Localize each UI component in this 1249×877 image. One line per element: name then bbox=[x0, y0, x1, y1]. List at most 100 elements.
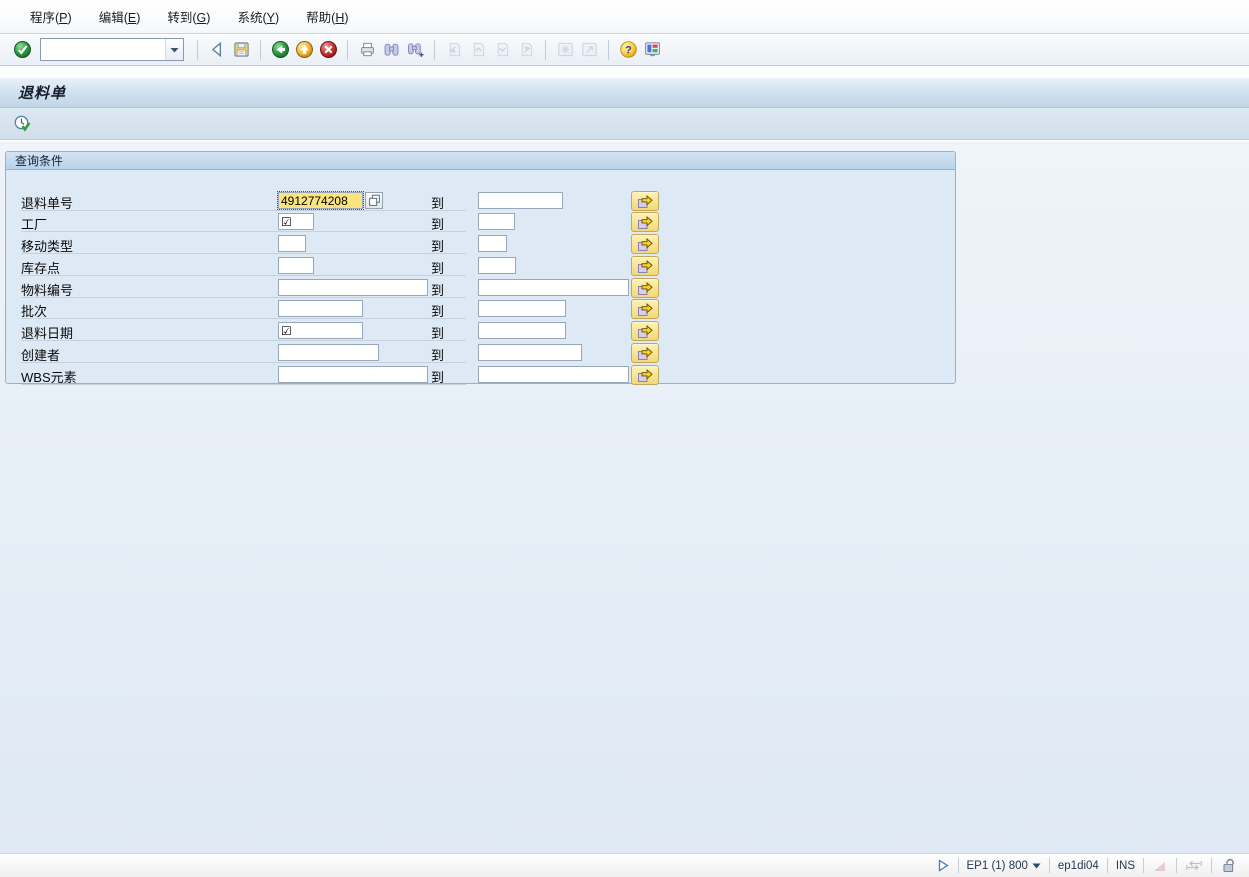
insert-mode-text: INS bbox=[1116, 860, 1135, 872]
range-to-input[interactable] bbox=[478, 300, 566, 317]
field-label: 工厂 bbox=[21, 214, 47, 233]
security-lock-icon[interactable] bbox=[1220, 857, 1237, 874]
toolbar-separator bbox=[197, 40, 198, 60]
row-guide-line bbox=[21, 318, 466, 319]
status-services-icon[interactable] bbox=[936, 858, 950, 873]
row-guide-line bbox=[21, 384, 466, 385]
range-from-input[interactable] bbox=[278, 235, 306, 252]
toolbar-separator bbox=[260, 40, 261, 60]
page-title: 退料单 bbox=[18, 82, 66, 103]
command-dropdown-icon[interactable] bbox=[165, 39, 183, 60]
range-to-input[interactable] bbox=[478, 322, 566, 339]
row-guide-line bbox=[21, 275, 466, 276]
help-icon[interactable]: ? bbox=[618, 40, 638, 60]
system-session-field[interactable]: EP1 (1) 800 bbox=[967, 860, 1041, 872]
toolbar-separator bbox=[608, 40, 609, 60]
menu-item-h[interactable]: 帮助(H) bbox=[306, 7, 348, 26]
range-to-input[interactable] bbox=[478, 257, 516, 274]
response-time-icon bbox=[1152, 858, 1168, 873]
to-label: 到 bbox=[431, 258, 444, 277]
menu-item-y[interactable]: 系统(Y) bbox=[237, 7, 279, 26]
multiple-selection-button[interactable] bbox=[631, 256, 659, 276]
screen-title-bar: 退料单 bbox=[0, 78, 1249, 108]
to-label: 到 bbox=[431, 280, 444, 299]
command-field[interactable] bbox=[40, 38, 184, 61]
row-guide-line bbox=[21, 297, 466, 298]
multiple-selection-button[interactable] bbox=[631, 321, 659, 341]
range-from-input[interactable] bbox=[278, 192, 363, 209]
sap-gui-window: 程序(P) 编辑(E) 转到(G) 系统(Y) 帮助(H) bbox=[0, 0, 1249, 877]
multiple-selection-button[interactable] bbox=[631, 191, 659, 211]
row-guide-line bbox=[21, 340, 466, 341]
last-page-icon bbox=[516, 40, 536, 60]
statusbar-separator bbox=[1049, 858, 1050, 873]
statusbar-separator bbox=[1143, 858, 1144, 873]
range-from-input[interactable] bbox=[278, 322, 363, 339]
field-label: 库存点 bbox=[21, 258, 60, 277]
to-label: 到 bbox=[431, 214, 444, 233]
to-label: 到 bbox=[431, 367, 444, 386]
field-label: 批次 bbox=[21, 301, 47, 320]
range-to-input[interactable] bbox=[478, 279, 629, 296]
toolbar-separator bbox=[434, 40, 435, 60]
field-label: WBS元素 bbox=[21, 367, 77, 386]
range-to-input[interactable] bbox=[478, 213, 515, 230]
range-from-input[interactable] bbox=[278, 344, 379, 361]
print-icon[interactable] bbox=[357, 40, 377, 60]
find-icon[interactable] bbox=[381, 40, 401, 60]
menu-bar: 程序(P) 编辑(E) 转到(G) 系统(Y) 帮助(H) bbox=[0, 0, 1249, 34]
next-page-icon bbox=[492, 40, 512, 60]
to-label: 到 bbox=[431, 193, 444, 212]
range-from-input[interactable] bbox=[278, 300, 363, 317]
customize-layout-icon[interactable] bbox=[642, 40, 662, 60]
data-transfer-icon bbox=[1185, 858, 1203, 873]
to-label: 到 bbox=[431, 236, 444, 255]
row-guide-line bbox=[21, 253, 466, 254]
range-from-input[interactable] bbox=[278, 366, 428, 383]
command-input[interactable] bbox=[41, 41, 165, 58]
range-from-input[interactable] bbox=[278, 257, 314, 274]
range-to-input[interactable] bbox=[478, 192, 563, 209]
execute-icon[interactable] bbox=[13, 114, 33, 134]
statusbar-separator bbox=[958, 858, 959, 873]
field-label: 移动类型 bbox=[21, 236, 73, 255]
multiple-selection-button[interactable] bbox=[631, 234, 659, 254]
possible-entries-button[interactable] bbox=[365, 192, 383, 209]
multiple-selection-button[interactable] bbox=[631, 343, 659, 363]
new-session-icon bbox=[555, 40, 575, 60]
range-from-input[interactable] bbox=[278, 279, 428, 296]
range-to-input[interactable] bbox=[478, 366, 629, 383]
field-label: 退料单号 bbox=[21, 193, 73, 212]
standard-toolbar: ? bbox=[0, 34, 1249, 66]
back-arrow-icon[interactable] bbox=[207, 40, 227, 60]
groupbox-title: 查询条件 bbox=[6, 152, 955, 170]
groupbox-body: 退料单号到工厂到移动类型到库存点到物料编号到批次到退料日期到创建者到WBS元素到 bbox=[6, 170, 955, 383]
screen-content: 查询条件 退料单号到工厂到移动类型到库存点到物料编号到批次到退料日期到创建者到W… bbox=[0, 141, 1249, 854]
field-label: 创建者 bbox=[21, 345, 60, 364]
range-from-input[interactable] bbox=[278, 213, 314, 230]
exit-icon[interactable] bbox=[294, 40, 314, 60]
back-icon[interactable] bbox=[270, 40, 290, 60]
create-shortcut-icon bbox=[579, 40, 599, 60]
multiple-selection-button[interactable] bbox=[631, 365, 659, 385]
find-next-icon[interactable] bbox=[405, 40, 425, 60]
row-guide-line bbox=[21, 362, 466, 363]
menu-item-g[interactable]: 转到(G) bbox=[167, 7, 210, 26]
menu-item-p[interactable]: 程序(P) bbox=[30, 7, 72, 26]
previous-page-icon bbox=[468, 40, 488, 60]
range-to-input[interactable] bbox=[478, 344, 582, 361]
toolbar-separator bbox=[347, 40, 348, 60]
multiple-selection-button[interactable] bbox=[631, 299, 659, 319]
range-to-input[interactable] bbox=[478, 235, 507, 252]
statusbar-separator bbox=[1107, 858, 1108, 873]
menu-item-e[interactable]: 编辑(E) bbox=[99, 7, 141, 26]
multiple-selection-button[interactable] bbox=[631, 212, 659, 232]
first-page-icon bbox=[444, 40, 464, 60]
statusbar-separator bbox=[1211, 858, 1212, 873]
cancel-icon[interactable] bbox=[318, 40, 338, 60]
multiple-selection-button[interactable] bbox=[631, 278, 659, 298]
enter-icon[interactable] bbox=[12, 40, 32, 60]
svg-text:?: ? bbox=[625, 44, 632, 56]
system-dropdown-icon[interactable] bbox=[1032, 863, 1041, 869]
save-icon[interactable] bbox=[231, 40, 251, 60]
